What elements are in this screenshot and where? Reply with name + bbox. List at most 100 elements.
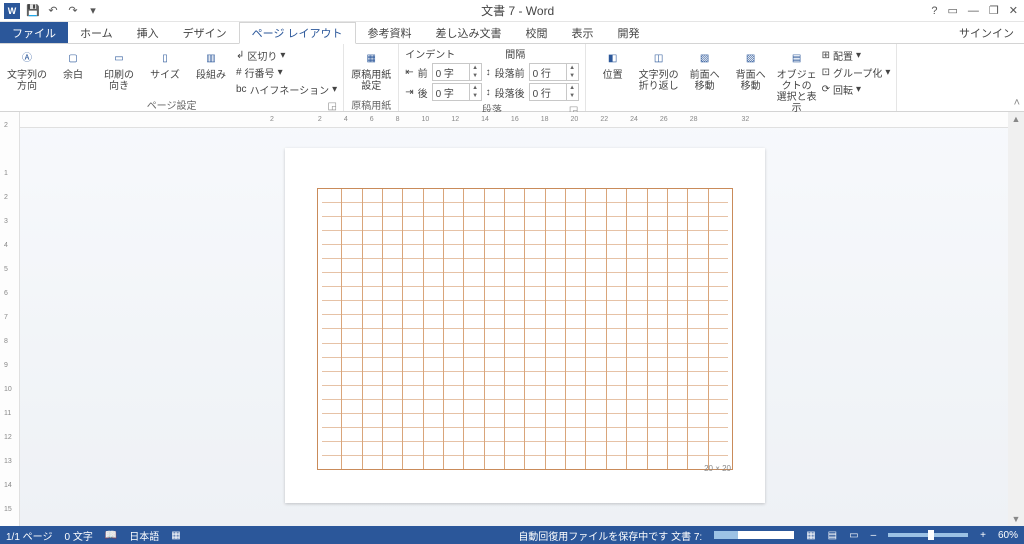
hyphenation-icon: bc xyxy=(236,84,247,95)
tab-references[interactable]: 参考資料 xyxy=(356,22,424,43)
saving-status: 自動回復用ファイルを保存中です 文書 7: xyxy=(518,528,702,543)
text-direction-button[interactable]: Ⓐ文字列の 方向 xyxy=(6,46,48,92)
genkou-size-label: 20 × 20 xyxy=(704,464,731,473)
spacing-after-spinner[interactable]: 0 行▲▼ xyxy=(529,83,579,101)
bring-forward-button[interactable]: ▧前面へ 移動 xyxy=(684,46,726,92)
saving-progress xyxy=(714,531,794,539)
indent-right-spinner[interactable]: 0 字▲▼ xyxy=(432,83,482,101)
columns-icon: ▥ xyxy=(201,48,221,68)
orientation-button[interactable]: ▭印刷の 向き xyxy=(98,46,140,92)
word-app-icon[interactable]: W xyxy=(4,3,20,19)
tab-page-layout[interactable]: ページ レイアウト xyxy=(239,22,356,44)
page-setup-label: ページ設定 xyxy=(147,101,197,112)
line-numbers-button[interactable]: #行番号▾ xyxy=(236,65,337,80)
zoom-slider[interactable] xyxy=(888,533,968,537)
qat-dropdown-icon[interactable]: ▾ xyxy=(86,4,100,18)
ribbon-tabs: ファイル ホーム 挿入 デザイン ページ レイアウト 参考資料 差し込み文書 校… xyxy=(0,22,1024,44)
position-button[interactable]: ◧位置 xyxy=(592,46,634,81)
page: 20 × 20 xyxy=(285,148,765,503)
zoom-in-button[interactable]: + xyxy=(980,530,986,541)
status-bar: 1/1 ページ 0 文字 📖 日本語 ▦ 自動回復用ファイルを保存中です 文書 … xyxy=(0,526,1024,544)
selection-pane-icon: ▤ xyxy=(787,48,807,68)
tab-view[interactable]: 表示 xyxy=(560,22,606,43)
columns-button[interactable]: ▥段組み xyxy=(190,46,232,81)
view-web-layout-icon[interactable]: ▭ xyxy=(849,530,858,541)
tab-home[interactable]: ホーム xyxy=(68,22,125,43)
view-read-mode-icon[interactable]: ▤ xyxy=(828,530,837,541)
zoom-out-button[interactable]: – xyxy=(871,530,877,541)
help-icon[interactable]: ? xyxy=(931,5,937,17)
language[interactable]: 日本語 xyxy=(129,528,159,543)
bring-forward-icon: ▧ xyxy=(695,48,715,68)
tab-file[interactable]: ファイル xyxy=(0,22,68,43)
genkou-label: 原稿用紙 xyxy=(350,97,392,111)
undo-icon[interactable]: ↶ xyxy=(46,4,60,18)
text-direction-icon: Ⓐ xyxy=(17,48,37,68)
macro-icon[interactable]: ▦ xyxy=(171,530,180,541)
hyphenation-button[interactable]: bcハイフネーション▾ xyxy=(236,82,337,97)
margins-icon: ▢ xyxy=(63,48,83,68)
wrap-text-icon: ◫ xyxy=(649,48,669,68)
indent-left-spinner[interactable]: 0 字▲▼ xyxy=(432,63,482,81)
spacing-after-icon: ↕ xyxy=(486,87,491,98)
ribbon: Ⓐ文字列の 方向 ▢余白 ▭印刷の 向き ▯サイズ ▥段組み ↲区切り▾ #行番… xyxy=(0,44,1024,112)
proofing-icon[interactable]: 📖 xyxy=(105,530,117,541)
scroll-up-icon[interactable]: ▲ xyxy=(1012,114,1021,124)
close-icon[interactable]: ✕ xyxy=(1009,4,1018,17)
breaks-icon: ↲ xyxy=(236,50,244,61)
orientation-icon: ▭ xyxy=(109,48,129,68)
genkou-settings-button[interactable]: ▦原稿用紙 設定 xyxy=(350,46,392,92)
tab-developer[interactable]: 開発 xyxy=(606,22,652,43)
word-count[interactable]: 0 文字 xyxy=(64,528,92,543)
page-count[interactable]: 1/1 ページ xyxy=(6,528,52,543)
group-page-setup: Ⓐ文字列の 方向 ▢余白 ▭印刷の 向き ▯サイズ ▥段組み ↲区切り▾ #行番… xyxy=(0,44,344,111)
vertical-scrollbar[interactable]: ▲ ▼ xyxy=(1008,112,1024,526)
horizontal-ruler[interactable]: 224681012141618202224262832 xyxy=(20,112,1024,128)
indent-right-icon: ⇥ xyxy=(405,87,413,98)
vertical-ruler[interactable]: 2123456789101112131415 xyxy=(0,112,20,526)
send-backward-icon: ▨ xyxy=(741,48,761,68)
rotate-button[interactable]: ⟳回転▾ xyxy=(822,82,891,97)
group-genkou: ▦原稿用紙 設定 原稿用紙 xyxy=(344,44,399,111)
tab-review[interactable]: 校閲 xyxy=(514,22,560,43)
page-setup-launcher-icon[interactable]: ◲ xyxy=(327,101,337,111)
title-bar: W 💾 ↶ ↷ ▾ 文書 7 - Word ? ▭ — ❐ ✕ xyxy=(0,0,1024,22)
margins-button[interactable]: ▢余白 xyxy=(52,46,94,81)
align-icon: ⊞ xyxy=(822,50,830,61)
spacing-before-spinner[interactable]: 0 行▲▼ xyxy=(529,63,579,81)
breaks-button[interactable]: ↲区切り▾ xyxy=(236,48,337,63)
group-objects-icon: ⊡ xyxy=(822,67,830,78)
line-numbers-icon: # xyxy=(236,67,242,78)
minimize-icon[interactable]: — xyxy=(968,5,979,17)
indent-title: インデント xyxy=(405,46,455,61)
sign-in-link[interactable]: サインイン xyxy=(949,22,1024,43)
tab-design[interactable]: デザイン xyxy=(171,22,239,43)
redo-icon[interactable]: ↷ xyxy=(66,4,80,18)
tab-insert[interactable]: 挿入 xyxy=(125,22,171,43)
ribbon-display-options-icon[interactable]: ▭ xyxy=(948,4,958,17)
save-icon[interactable]: 💾 xyxy=(26,4,40,18)
quick-access-toolbar: W 💾 ↶ ↷ ▾ xyxy=(0,3,104,19)
window-title: 文書 7 - Word xyxy=(104,2,931,19)
genkou-icon: ▦ xyxy=(361,48,381,68)
view-print-layout-icon[interactable]: ▦ xyxy=(806,530,815,541)
indent-left-icon: ⇤ xyxy=(405,67,413,78)
genkou-grid xyxy=(317,188,733,470)
document-workspace: 2123456789101112131415 22468101214161820… xyxy=(0,112,1024,526)
wrap-text-button[interactable]: ◫文字列の 折り返し xyxy=(638,46,680,92)
rotate-icon: ⟳ xyxy=(822,84,830,95)
selection-pane-button[interactable]: ▤オブジェクトの 選択と表示 xyxy=(776,46,818,114)
scroll-down-icon[interactable]: ▼ xyxy=(1012,514,1021,524)
document-area[interactable]: 20 × 20 xyxy=(20,128,1024,526)
group-paragraph: インデント 間隔 ⇤前 0 字▲▼ ↕段落前 0 行▲▼ ⇥後 0 字▲▼ ↕段… xyxy=(399,44,585,111)
maximize-icon[interactable]: ❐ xyxy=(989,4,999,17)
send-backward-button[interactable]: ▨背面へ 移動 xyxy=(730,46,772,92)
tab-mailings[interactable]: 差し込み文書 xyxy=(424,22,514,43)
zoom-level[interactable]: 60% xyxy=(998,530,1018,541)
group-button[interactable]: ⊡グループ化▾ xyxy=(822,65,891,80)
align-button[interactable]: ⊞配置▾ xyxy=(822,48,891,63)
size-button[interactable]: ▯サイズ xyxy=(144,46,186,81)
position-icon: ◧ xyxy=(603,48,623,68)
spacing-before-icon: ↕ xyxy=(486,67,491,78)
collapse-ribbon-icon[interactable]: ˄ xyxy=(1014,97,1020,109)
